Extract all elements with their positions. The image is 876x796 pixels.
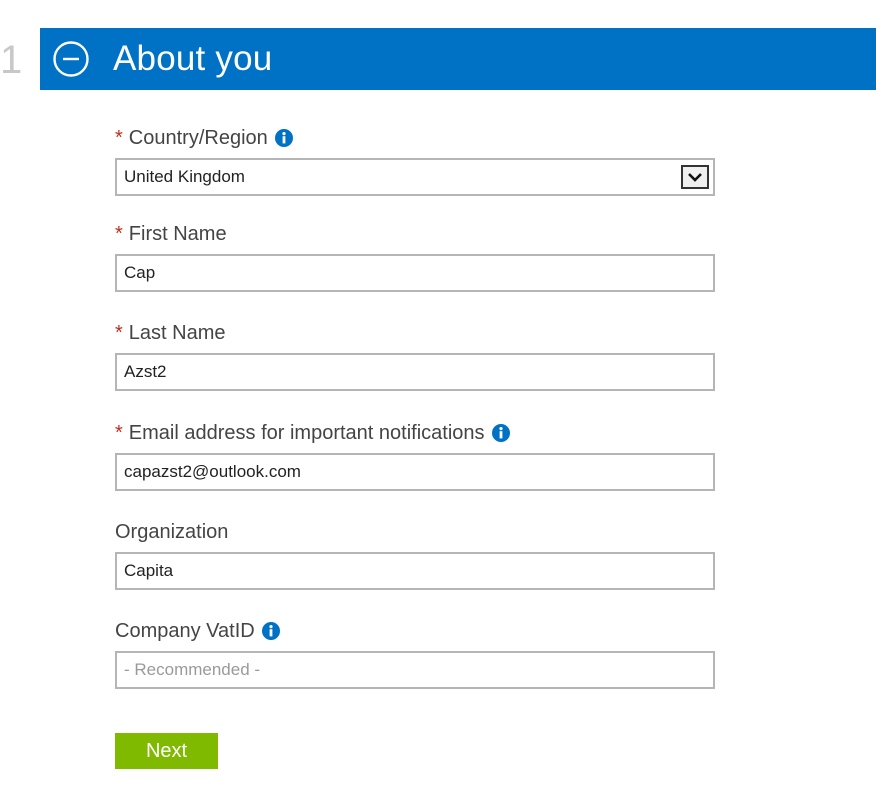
section-header[interactable]: About you bbox=[40, 28, 876, 90]
organization-field: Organization bbox=[115, 516, 715, 615]
organization-label: Organization bbox=[115, 516, 715, 548]
first-name-label-text: First Name bbox=[128, 223, 227, 245]
info-icon[interactable] bbox=[261, 622, 280, 640]
required-marker: * bbox=[115, 322, 123, 344]
vat-id-input[interactable] bbox=[115, 651, 715, 689]
vat-id-label: Company VatID bbox=[115, 615, 715, 647]
country-field: * Country/Region United Kingdom bbox=[115, 122, 715, 218]
step-number: 1 bbox=[0, 38, 23, 82]
country-label-text: Country/Region bbox=[128, 127, 268, 149]
vat-id-field: Company VatID bbox=[115, 615, 715, 695]
country-select[interactable]: United Kingdom bbox=[115, 158, 715, 196]
country-select-value: United Kingdom bbox=[124, 167, 245, 186]
chevron-down-icon[interactable] bbox=[681, 165, 709, 189]
info-icon[interactable] bbox=[274, 129, 293, 147]
email-label: * Email address for important notificati… bbox=[115, 417, 715, 449]
last-name-field: * Last Name bbox=[115, 317, 715, 417]
required-marker: * bbox=[115, 422, 123, 444]
email-input[interactable] bbox=[115, 453, 715, 491]
minus-circle-icon[interactable] bbox=[52, 40, 90, 78]
about-you-form: * Country/Region United Kingdom * First … bbox=[115, 122, 715, 695]
first-name-field: * First Name bbox=[115, 218, 715, 317]
first-name-input[interactable] bbox=[115, 254, 715, 292]
organization-input[interactable] bbox=[115, 552, 715, 590]
first-name-label: * First Name bbox=[115, 218, 715, 250]
last-name-input[interactable] bbox=[115, 353, 715, 391]
next-button[interactable]: Next bbox=[115, 733, 218, 769]
section-title: About you bbox=[113, 39, 273, 78]
last-name-label: * Last Name bbox=[115, 317, 715, 349]
country-label: * Country/Region bbox=[115, 122, 715, 154]
page: 1 About you * Country/Region United King… bbox=[0, 0, 876, 796]
organization-label-text: Organization bbox=[115, 521, 229, 543]
vat-id-label-text: Company VatID bbox=[115, 620, 255, 642]
email-label-text: Email address for important notification… bbox=[128, 422, 485, 444]
required-marker: * bbox=[115, 223, 123, 245]
last-name-label-text: Last Name bbox=[128, 322, 226, 344]
email-field: * Email address for important notificati… bbox=[115, 417, 715, 516]
info-icon[interactable] bbox=[491, 424, 510, 442]
required-marker: * bbox=[115, 127, 123, 149]
